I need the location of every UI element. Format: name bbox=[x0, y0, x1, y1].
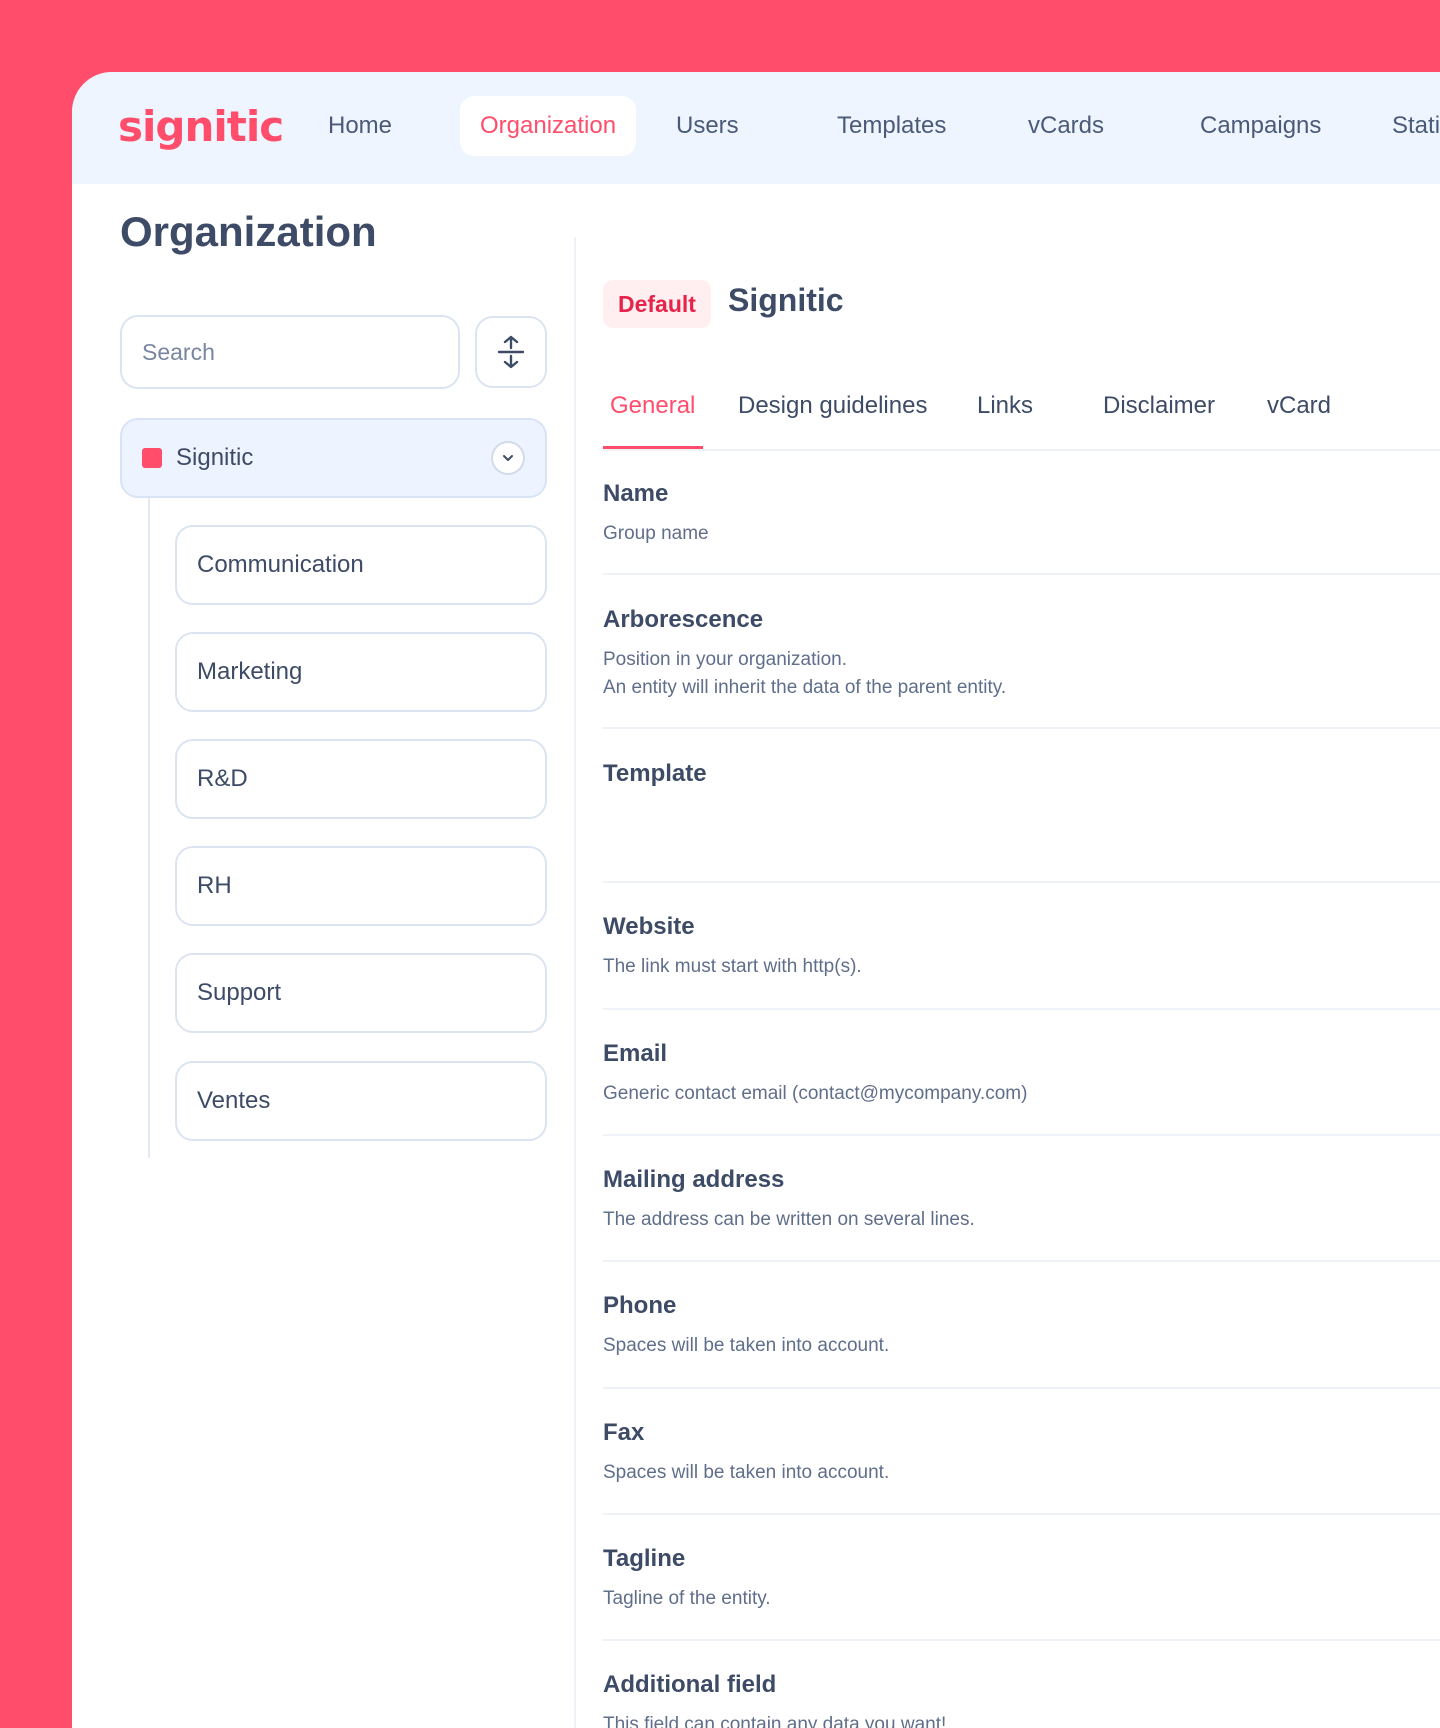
tab-bar-border bbox=[603, 449, 1440, 451]
field-label: Arborescence bbox=[603, 606, 764, 633]
tab-vcard[interactable]: vCard bbox=[1267, 392, 1331, 452]
expand-collapse-button[interactable] bbox=[475, 316, 547, 388]
field-description: Spaces will be taken into account. bbox=[603, 1462, 890, 1483]
field-label: Fax bbox=[603, 1419, 645, 1446]
field-label: Tagline bbox=[603, 1545, 686, 1572]
divider bbox=[603, 1639, 1440, 1641]
field-tagline: Tagline Tagline of the entity. bbox=[603, 1545, 1440, 1613]
tree-item-support[interactable]: Support bbox=[175, 953, 547, 1033]
divider bbox=[603, 573, 1440, 575]
field-label: Additional field bbox=[603, 1671, 777, 1698]
field-email: Email Generic contact email (contact@myc… bbox=[603, 1040, 1440, 1108]
tree-item-rd[interactable]: R&D bbox=[175, 739, 547, 819]
tab-links[interactable]: Links bbox=[977, 392, 1033, 452]
field-name: Name Group name bbox=[603, 480, 1440, 548]
tree-item-communication[interactable]: Communication bbox=[175, 525, 547, 605]
divider bbox=[603, 1008, 1440, 1010]
app-window: signitic Home Organization Users Templat… bbox=[72, 72, 1440, 1728]
field-label: Mailing address bbox=[603, 1166, 785, 1193]
default-badge: Default bbox=[603, 280, 711, 328]
chevron-down-icon bbox=[503, 455, 513, 461]
tree-connector bbox=[148, 498, 150, 1158]
divider bbox=[603, 1387, 1440, 1389]
tree-item-rh[interactable]: RH bbox=[175, 846, 547, 926]
field-template: Template bbox=[603, 760, 1440, 788]
nav-templates[interactable]: Templates bbox=[817, 96, 966, 156]
tab-bar: General Design guidelines Links Disclaim… bbox=[603, 392, 1440, 452]
top-navbar: signitic Home Organization Users Templat… bbox=[72, 72, 1440, 184]
search-input[interactable]: Search bbox=[120, 315, 460, 389]
expand-collapse-icon bbox=[497, 335, 525, 369]
chevron-down-button[interactable] bbox=[491, 441, 525, 475]
field-description: Position in your organization. bbox=[603, 649, 847, 670]
divider bbox=[603, 1260, 1440, 1262]
page-title: Organization bbox=[120, 208, 377, 255]
field-fax: Fax Spaces will be taken into account. bbox=[603, 1419, 1440, 1487]
nav-vcards[interactable]: vCards bbox=[1008, 96, 1124, 156]
field-arborescence: Arborescence Position in your organizati… bbox=[603, 606, 1440, 702]
divider bbox=[603, 727, 1440, 729]
divider bbox=[603, 1134, 1440, 1136]
field-label: Template bbox=[603, 760, 707, 787]
field-description: This field can contain any data you want… bbox=[603, 1714, 947, 1728]
search-placeholder: Search bbox=[142, 338, 215, 365]
panel-divider bbox=[574, 237, 576, 1728]
nav-organization[interactable]: Organization bbox=[460, 96, 637, 156]
nav-home[interactable]: Home bbox=[308, 96, 412, 156]
field-phone: Phone Spaces will be taken into account. bbox=[603, 1292, 1440, 1360]
divider bbox=[603, 1513, 1440, 1515]
field-description: Tagline of the entity. bbox=[603, 1588, 771, 1609]
tree-item-root[interactable]: Signitic bbox=[120, 418, 547, 498]
active-tab-indicator bbox=[603, 446, 703, 449]
field-label: Email bbox=[603, 1040, 668, 1067]
nav-users[interactable]: Users bbox=[656, 96, 759, 156]
field-description: Group name bbox=[603, 523, 709, 544]
field-label: Website bbox=[603, 913, 695, 940]
field-description: The address can be written on several li… bbox=[603, 1209, 975, 1230]
nav-campaigns[interactable]: Campaigns bbox=[1180, 96, 1341, 156]
tree-item-marketing[interactable]: Marketing bbox=[175, 632, 547, 712]
field-label: Phone bbox=[603, 1292, 677, 1319]
field-description: The link must start with http(s). bbox=[603, 956, 862, 977]
field-additional: Additional field This field can contain … bbox=[603, 1671, 1440, 1728]
square-icon bbox=[142, 448, 162, 468]
field-description: Generic contact email (contact@mycompany… bbox=[603, 1083, 1028, 1104]
field-description: Spaces will be taken into account. bbox=[603, 1335, 890, 1356]
tab-design-guidelines[interactable]: Design guidelines bbox=[738, 392, 927, 452]
tree-item-ventes[interactable]: Ventes bbox=[175, 1061, 547, 1141]
tab-general[interactable]: General bbox=[610, 392, 695, 452]
nav-statistics[interactable]: Statisti bbox=[1372, 96, 1440, 156]
tab-disclaimer[interactable]: Disclaimer bbox=[1103, 392, 1215, 452]
field-website: Website The link must start with http(s)… bbox=[603, 913, 1440, 981]
field-label: Name bbox=[603, 480, 669, 507]
field-mailing-address: Mailing address The address can be writt… bbox=[603, 1166, 1440, 1234]
entity-title: Signitic bbox=[728, 282, 844, 318]
field-description-line2: An entity will inherit the data of the p… bbox=[603, 677, 1007, 698]
divider bbox=[603, 881, 1440, 883]
signitic-logo[interactable]: signitic bbox=[118, 102, 284, 151]
tree-item-label: Signitic bbox=[176, 444, 254, 471]
